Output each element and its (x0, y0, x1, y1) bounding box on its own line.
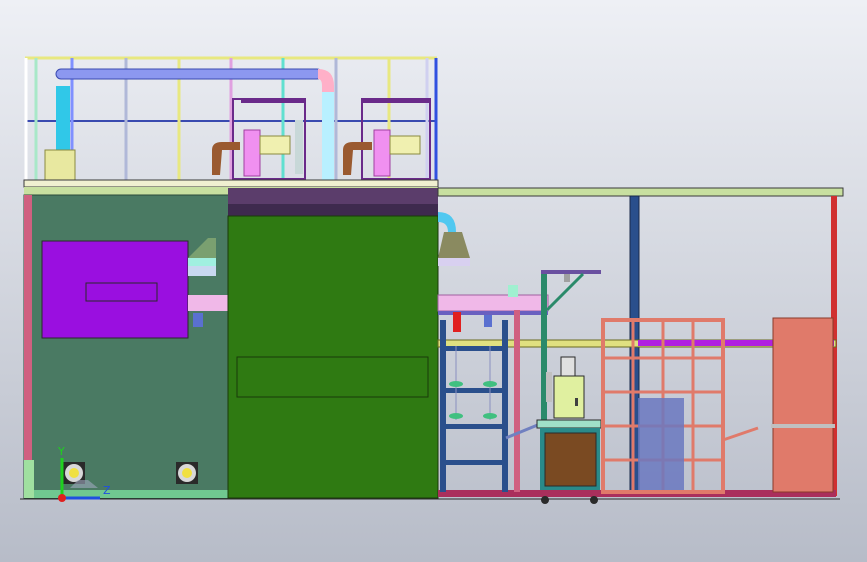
extraction-hood (438, 212, 470, 266)
oven-panel (41, 240, 189, 339)
cooling-fan-2 (176, 462, 198, 484)
center-cabinet (227, 188, 439, 499)
z-axis-label: Z (103, 484, 111, 497)
right-storage-cabinet (771, 317, 835, 493)
blue-rack (440, 310, 520, 492)
roof-deck (23, 179, 439, 188)
roof-blower-left (212, 98, 306, 180)
roof-exhaust-duct (44, 68, 334, 181)
cad-assembly-view: Y Z (20, 56, 844, 504)
control-cabinet (546, 356, 585, 419)
pink-conveyor (437, 285, 549, 315)
roof-blower-right (343, 98, 431, 180)
x-axis-origin (58, 494, 66, 502)
left-cabinet (23, 194, 230, 499)
y-axis-label: Y (57, 445, 65, 458)
